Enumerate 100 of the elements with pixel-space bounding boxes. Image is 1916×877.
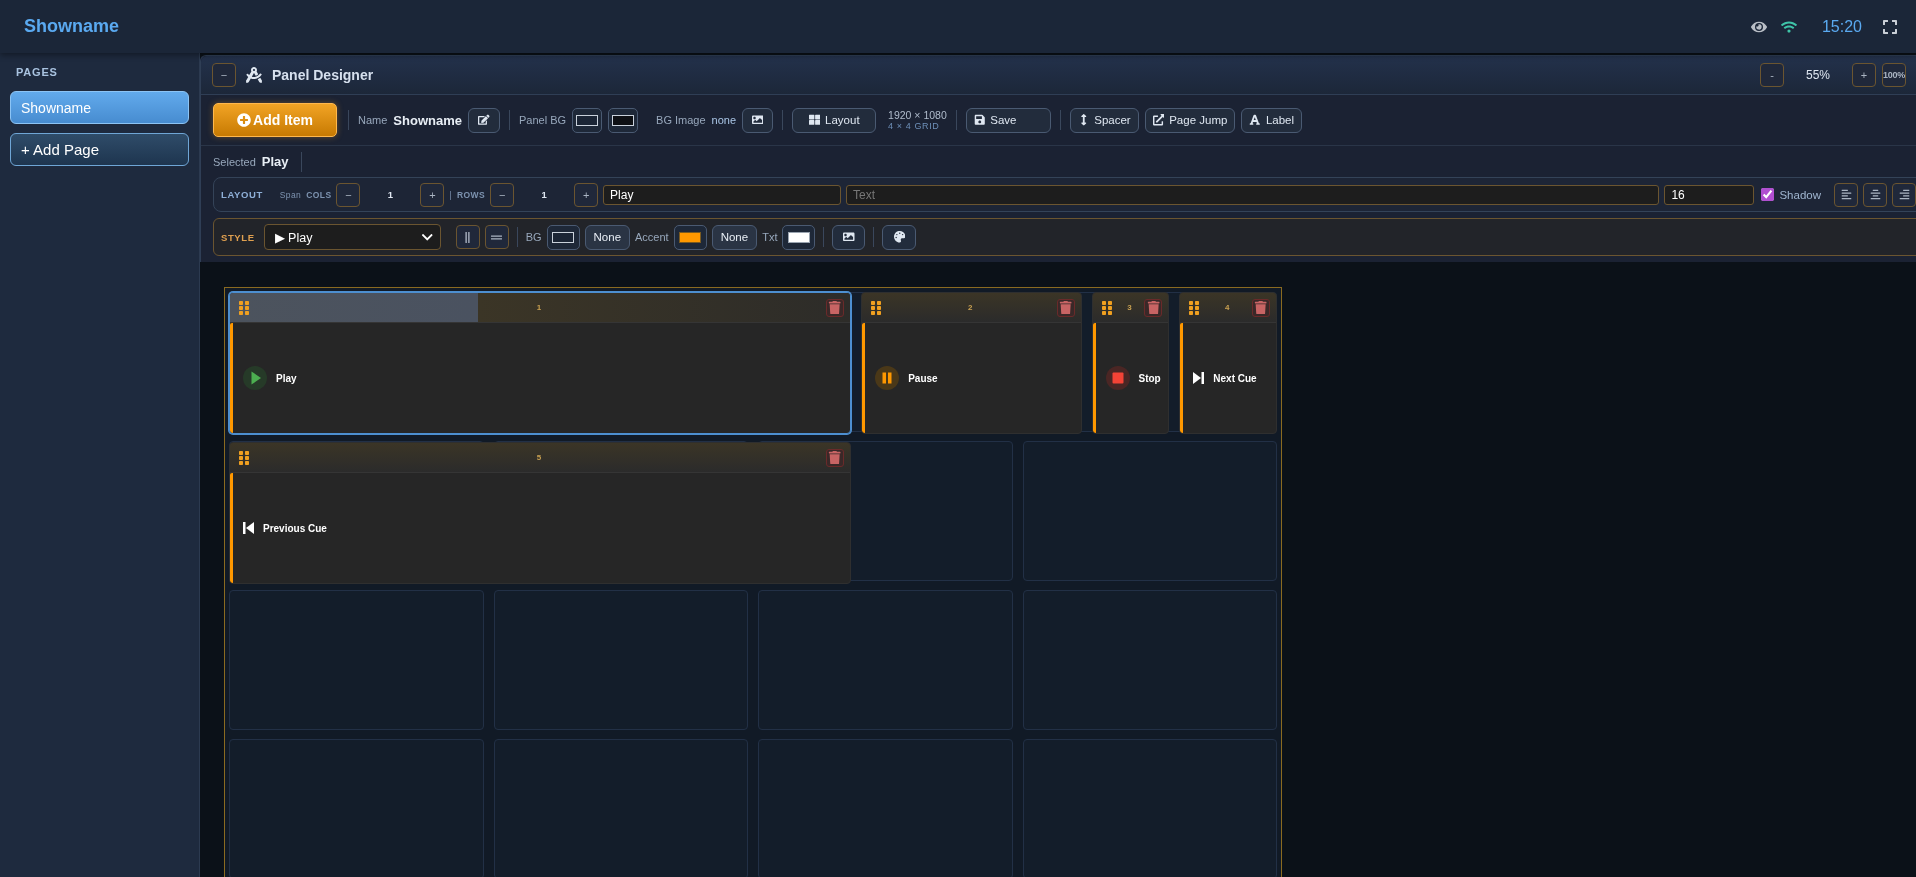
cols-increase-button[interactable]: + [420,182,445,207]
stop-icon [1105,366,1130,390]
item-label: Pause [908,372,938,384]
align-center-icon [1869,189,1881,200]
color-picker[interactable] [782,224,816,250]
color-label: Txt [762,231,778,243]
color-picker[interactable] [546,224,580,250]
app-title: Showname [24,16,120,37]
name-label: Name [358,114,388,126]
color-picker[interactable] [673,224,707,250]
trash-icon [828,450,842,465]
fullscreen-icon[interactable] [1882,18,1898,35]
item-number: 2 [968,303,973,312]
image-icon [751,114,764,126]
clock-time: 15:20 [1821,17,1862,36]
color-label: BG [525,231,542,243]
delete-button[interactable] [1056,298,1075,317]
item-label: Play [276,372,297,384]
wifi-icon [1780,18,1797,35]
collapse-button[interactable]: − [212,63,236,87]
drag-handle-icon[interactable] [236,299,252,316]
icon-select[interactable]: ▶ Play [263,224,441,250]
shadow-checkbox[interactable] [1761,188,1775,201]
arrange-button[interactable] [484,225,509,249]
pause-icon [875,366,900,390]
trash-icon [1146,300,1160,315]
skip-back-icon [243,522,254,534]
layout-heading: LAYOUT [221,189,263,200]
text-input[interactable]: Text [846,184,1660,205]
resolution-text: 1920 × 1080 [888,108,947,121]
bg-image-value: none [711,114,737,126]
align-button[interactable] [1892,182,1916,207]
skip-forward-icon [1193,372,1205,384]
zoom-reset-button[interactable]: 100% [1882,63,1906,87]
drag-handle-icon[interactable] [236,449,252,466]
item-number: 1 [536,303,542,312]
insert-button[interactable]: Spacer [1069,107,1139,133]
panel-item[interactable]: 2 Pause [861,292,1082,434]
color-reset-button[interactable]: None [711,224,758,250]
item-label: Next Cue [1213,372,1257,384]
save-icon [973,114,986,126]
trash-icon [1058,300,1073,315]
align-right-icon [1898,189,1910,200]
panel-bg-picker[interactable] [608,107,639,133]
grid-icon [808,114,821,126]
panel-bg-picker[interactable] [572,107,603,133]
panel-item[interactable]: 4 Next Cue [1179,292,1277,434]
panel-title: Panel Designer [272,67,374,83]
add-page-button[interactable]: + Add Page [10,133,189,166]
delete-button[interactable] [826,448,845,467]
delete-button[interactable] [1252,298,1270,317]
selected-label: Selected [213,155,256,168]
drafting-compass-icon [246,67,262,83]
layout-button[interactable]: Layout [792,107,877,133]
selected-item-name: Play [261,154,289,169]
delete-button[interactable] [1144,298,1163,317]
insert-button[interactable]: Label [1241,107,1303,133]
font-icon [1249,114,1261,126]
save-button[interactable]: Save [965,107,1051,133]
align-button[interactable] [1834,182,1858,207]
bg-image-label: BG Image [656,114,706,126]
image-icon [843,231,855,243]
cols-decrease-button[interactable]: − [336,182,361,207]
zoom-level: 55% [1805,68,1830,82]
label-input[interactable]: Play [603,184,842,205]
color-reset-button[interactable]: None [584,224,631,250]
palette-button[interactable] [882,224,917,250]
insert-button[interactable]: Page Jump [1144,107,1236,133]
align-button[interactable] [1863,182,1887,207]
edit-icon [478,114,490,126]
cols-value: 1 [386,189,395,200]
sidebar-heading: PAGES [15,66,59,78]
item-number: 5 [536,453,542,462]
zoom-in-button[interactable]: + [1852,63,1876,87]
cols-label: COLS [306,189,332,200]
color-label: Accent [635,231,669,243]
grid-size-text: 4 × 4 GRID [888,120,941,132]
rows-increase-button[interactable]: + [574,182,599,207]
span-label: Span [279,189,302,200]
shadow-label: Shadow [1779,188,1821,201]
item-label: Previous Cue [263,522,327,534]
style-heading: STYLE [221,231,255,243]
bg-image-button[interactable] [742,107,774,133]
arrange-button[interactable] [455,225,480,249]
panel-item[interactable]: 5 Previous Cue [229,442,852,584]
rows-value: 1 [540,189,548,200]
palette-icon [893,231,906,243]
panel-bg-label: Panel BG [518,114,567,126]
trash-icon [1254,300,1268,315]
edit-name-button[interactable] [467,107,500,133]
play-icon [243,366,267,390]
panel-item[interactable]: 3 Stop [1091,292,1170,434]
delete-button[interactable] [826,298,845,317]
rows-decrease-button[interactable]: − [490,182,515,207]
zoom-out-button[interactable]: - [1759,63,1784,87]
external-link-icon [1152,114,1165,126]
panel-item[interactable]: 1 Play [229,292,852,434]
font-size-input[interactable]: 16 [1664,184,1755,205]
rows-label: ROWS [457,189,486,200]
image-button[interactable] [832,224,866,250]
